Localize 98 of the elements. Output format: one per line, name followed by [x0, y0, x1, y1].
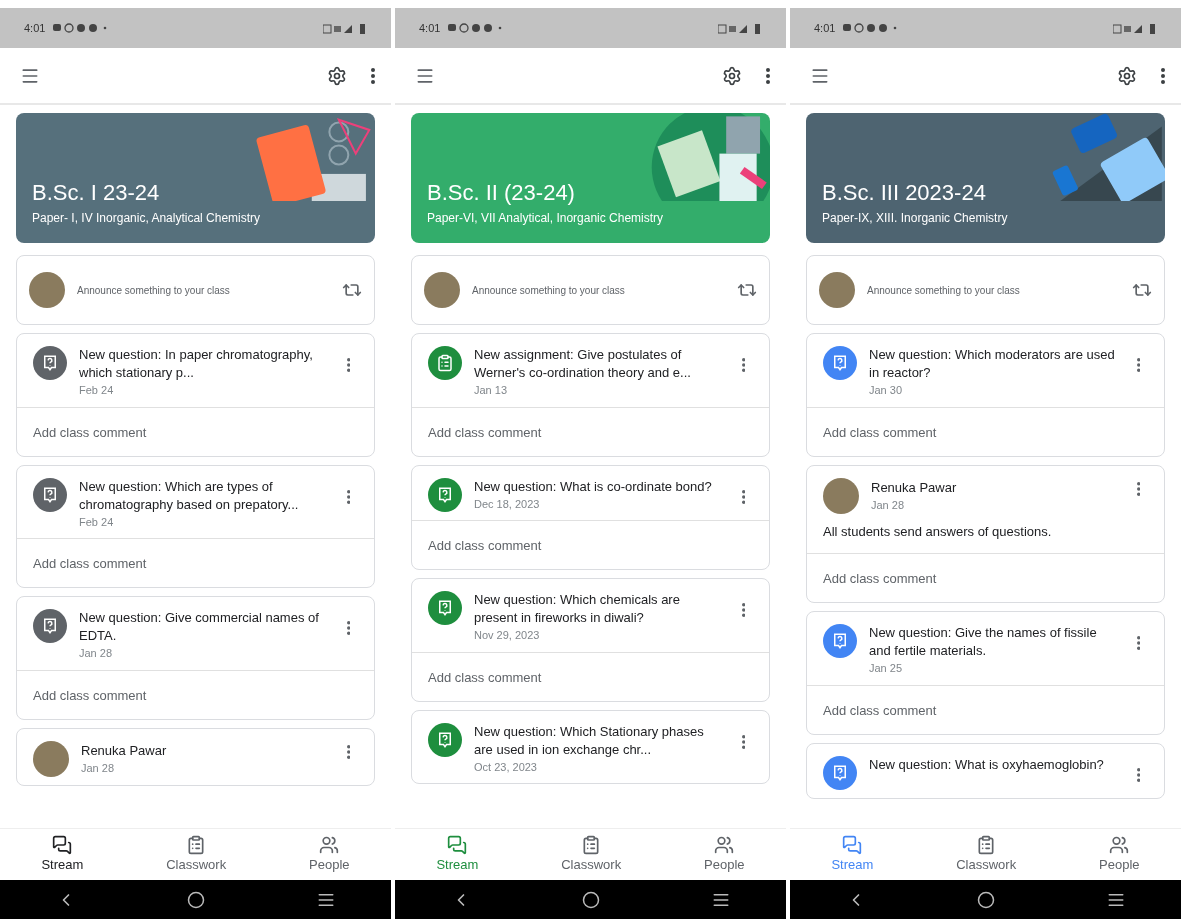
- people-icon: [714, 834, 735, 855]
- nav-tab[interactable]: Stream: [436, 834, 479, 875]
- clipboard-icon: [976, 834, 997, 855]
- more-icon: [741, 603, 745, 617]
- post-date: Feb 24: [79, 383, 115, 398]
- post-title[interactable]: New question: Give the names of fissile and fertile materials.: [869, 624, 1117, 660]
- home-icon: [187, 890, 206, 909]
- more-icon: [1136, 767, 1140, 782]
- post-title[interactable]: New question: Which Stationary phases are used in ion exchange chr...: [474, 722, 722, 759]
- more-icon: [1136, 358, 1140, 372]
- avatar-photo: [29, 272, 65, 308]
- class-subtitle: Paper-IX, XIII. Inorganic Chemistry: [822, 210, 1009, 227]
- announce-placeholder: Announce something to your class: [867, 283, 1021, 298]
- settings-icon: [327, 65, 347, 86]
- nav-tab[interactable]: Stream: [831, 834, 874, 875]
- signal-battery-icons: [718, 22, 762, 34]
- people-icon: [1109, 834, 1130, 855]
- add-comment-link[interactable]: Add class comment: [428, 424, 542, 440]
- announce-placeholder: Announce something to your class: [77, 283, 231, 298]
- avatar-photo: [424, 272, 460, 308]
- post-date: Jan 30: [869, 383, 904, 398]
- chat-icon: [842, 834, 863, 855]
- avatar-photo: [823, 477, 859, 514]
- home-button[interactable]: [187, 890, 206, 909]
- more-icon: [346, 621, 350, 635]
- clipboard-icon: [581, 834, 602, 855]
- nav-tab[interactable]: Stream: [41, 834, 84, 875]
- post-date: Dec 18, 2023: [474, 496, 541, 512]
- nav-tab[interactable]: People: [1099, 834, 1140, 875]
- more-icon: [346, 358, 350, 372]
- add-comment-link[interactable]: Add class comment: [428, 538, 542, 553]
- announce-card[interactable]: Announce something to your class: [411, 255, 770, 325]
- announce-placeholder: Announce something to your class: [472, 283, 626, 298]
- post-title[interactable]: New question: In paper chromatography, which stationary p...: [79, 346, 327, 382]
- post-body: All students send answers of questions.: [822, 522, 1053, 541]
- class-title: B.Sc. III 2023-24: [822, 179, 987, 207]
- avatar-photo: [33, 740, 69, 777]
- chat-icon: [447, 834, 468, 855]
- add-comment-link[interactable]: Add class comment: [823, 702, 937, 718]
- home-icon: [977, 890, 996, 909]
- post-title[interactable]: New question: What is co-ordinate bond?: [474, 477, 722, 496]
- post-date: Jan 28: [79, 646, 114, 661]
- home-button[interactable]: [977, 890, 996, 909]
- add-comment-link[interactable]: Add class comment: [428, 669, 542, 685]
- more-icon: [741, 489, 745, 504]
- nav-tab[interactable]: Classwork: [956, 834, 1017, 875]
- home-icon: [582, 890, 601, 909]
- more-icon: [741, 734, 745, 749]
- post-title[interactable]: New question: Give commercial names of EDTA.: [79, 609, 327, 645]
- author-name: Renuka Pawar: [871, 478, 958, 497]
- more-icon: [1136, 481, 1140, 496]
- post-date: Jan 28: [81, 761, 116, 776]
- signal-battery-icons: [323, 22, 367, 34]
- people-icon: [319, 834, 340, 855]
- nav-tab[interactable]: Classwork: [166, 834, 227, 875]
- clipboard-icon: [186, 834, 207, 855]
- more-icon: [741, 358, 745, 372]
- post-title[interactable]: New question: Which are types of chromatography based on prepatory...: [79, 477, 327, 514]
- nav-tab[interactable]: People: [704, 834, 745, 875]
- status-time: 4:01: [419, 20, 441, 36]
- add-comment-link[interactable]: Add class comment: [823, 571, 937, 586]
- nav-tab[interactable]: Classwork: [561, 834, 622, 875]
- chat-icon: [52, 834, 73, 855]
- class-subtitle: Paper-VI, VII Analytical, Inorganic Chemistry: [427, 210, 665, 227]
- settings-icon: [1117, 65, 1137, 86]
- avatar-photo: [819, 272, 855, 308]
- announce-card[interactable]: Announce something to your class: [806, 255, 1165, 325]
- nav-tab[interactable]: People: [309, 834, 350, 875]
- announce-card[interactable]: Announce something to your class: [16, 255, 375, 325]
- add-comment-link[interactable]: Add class comment: [33, 424, 147, 440]
- more-icon: [1136, 636, 1140, 650]
- status-time: 4:01: [814, 20, 836, 36]
- post-title[interactable]: New question: Which chemicals are present in fireworks in diwali?: [474, 591, 722, 627]
- home-button[interactable]: [582, 890, 601, 909]
- more-icon: [1161, 67, 1165, 84]
- post-date: Jan 28: [871, 498, 906, 513]
- post-date: Feb 24: [79, 514, 115, 530]
- signal-battery-icons: [1113, 22, 1157, 34]
- post-date: Jan 25: [869, 661, 904, 676]
- post-date: Nov 29, 2023: [474, 628, 541, 643]
- more-icon: [346, 744, 350, 759]
- post-date: Oct 23, 2023: [474, 759, 538, 775]
- class-title: B.Sc. I 23-24: [32, 179, 161, 207]
- more-icon: [346, 489, 350, 504]
- author-name: Renuka Pawar: [81, 741, 168, 760]
- more-icon: [766, 67, 770, 84]
- class-subtitle: Paper- I, IV Inorganic, Analytical Chemistry: [32, 210, 262, 227]
- status-time: 4:01: [24, 20, 46, 36]
- post-title[interactable]: New question: Which moderators are used in reactor?: [869, 346, 1117, 382]
- more-icon: [371, 67, 375, 84]
- class-title: B.Sc. II (23-24): [427, 179, 576, 207]
- post-title[interactable]: New question: What is oxyhaemoglobin?: [869, 755, 1117, 774]
- add-comment-link[interactable]: Add class comment: [33, 687, 147, 703]
- add-comment-link[interactable]: Add class comment: [33, 556, 147, 571]
- post-date: Jan 13: [474, 383, 509, 398]
- add-comment-link[interactable]: Add class comment: [823, 424, 937, 440]
- settings-icon: [722, 65, 742, 86]
- post-title[interactable]: New assignment: Give postulates of Werner's co-ordination theory and e...: [474, 346, 722, 382]
